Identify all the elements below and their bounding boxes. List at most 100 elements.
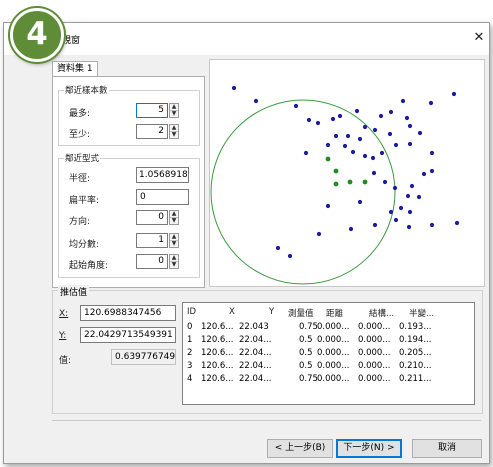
sectors-label: 均分數:	[69, 240, 100, 250]
direction-stepper[interactable]: ▲ ▼	[169, 210, 179, 225]
selected-neighbor-point	[325, 156, 331, 162]
row-y: 22.04...	[239, 374, 272, 384]
sample-point	[275, 245, 281, 251]
back-button[interactable]: < 上一步(B)	[267, 439, 333, 458]
min-neighbors-input[interactable]: 2	[136, 124, 168, 139]
x-value-input[interactable]: 120.6988347456	[80, 305, 176, 321]
table-row[interactable]: 3 120.6... 22.04... 0.5 0.000... 0.000... 0.21…	[183, 361, 472, 373]
row-x: 120.6...	[201, 374, 234, 384]
prediction-group-label: 推估值	[58, 285, 90, 298]
sample-point	[407, 209, 413, 215]
y-value-input[interactable]: 22.0429713549391	[80, 327, 176, 343]
row-y: 22.04...	[239, 361, 272, 371]
row-distance: 0.000...	[317, 374, 350, 384]
row-semivariance: 0.210...	[399, 361, 432, 371]
sample-point	[325, 203, 331, 209]
sample-point	[429, 222, 435, 228]
chevron-down-icon[interactable]: ▼	[170, 132, 178, 138]
row-structure: 0.000...	[358, 374, 391, 384]
row-x: 120.6...	[201, 361, 234, 371]
neighborhood-plot[interactable]	[209, 59, 485, 287]
table-row[interactable]: 2 120.6... 22.04... 0.5 0.000... 0.000... 0.20…	[183, 348, 472, 360]
max-neighbors-stepper[interactable]: ▲ ▼	[169, 103, 179, 118]
sample-point	[398, 205, 404, 211]
row-distance: 0.000...	[317, 335, 350, 345]
direction-label: 方向:	[69, 217, 91, 227]
title-bar: 視窗 ✕	[4, 23, 489, 55]
cancel-button[interactable]: 取消	[412, 439, 482, 458]
sample-point	[421, 171, 427, 177]
row-x: 120.6...	[201, 322, 234, 332]
tab-dataset-1[interactable]: 資料集 1	[52, 61, 98, 77]
row-structure: 0.000...	[358, 335, 391, 345]
sample-point	[345, 133, 351, 139]
sample-point	[315, 120, 321, 126]
sample-point	[454, 220, 460, 226]
sample-point	[337, 113, 343, 119]
chevron-down-icon[interactable]: ▼	[170, 111, 178, 117]
sample-point	[417, 130, 423, 136]
chevron-down-icon[interactable]: ▼	[170, 218, 178, 224]
sample-point	[393, 217, 399, 223]
table-row[interactable]: 4 120.6... 22.04... 0.75 0.000... 0.000... 0.2…	[183, 374, 472, 386]
selected-neighbor-point	[347, 179, 353, 185]
row-y: 22.04...	[239, 348, 272, 358]
table-header-structure[interactable]: 結構...	[369, 307, 394, 319]
radius-input[interactable]: 1.05689187	[136, 167, 189, 183]
row-distance: 0.000...	[317, 348, 350, 358]
row-x: 120.6...	[201, 348, 234, 358]
table-header-distance[interactable]: 距離	[326, 307, 343, 319]
flatten-input[interactable]: 0	[136, 189, 189, 205]
sample-point	[393, 142, 399, 148]
sectors-stepper[interactable]: ▲ ▼	[169, 233, 179, 248]
sample-point	[306, 117, 312, 123]
min-neighbors-stepper[interactable]: ▲ ▼	[169, 124, 179, 139]
row-id: 0	[187, 322, 193, 332]
sample-point	[388, 109, 394, 115]
row-structure: 0.000...	[358, 322, 391, 332]
sample-point	[372, 127, 378, 133]
sample-point	[362, 124, 368, 130]
row-semivariance: 0.211...	[399, 374, 432, 384]
sample-point	[378, 113, 384, 119]
sample-point	[316, 231, 322, 237]
table-header-semivariance[interactable]: 半變...	[409, 307, 434, 319]
y-label-text: Y:	[59, 331, 67, 341]
table-row[interactable]: 1 120.6... 22.04... 0.5 0.000... 0.000... 0.19…	[183, 335, 472, 347]
radius-label: 半徑:	[69, 174, 91, 184]
chevron-down-icon[interactable]: ▼	[170, 262, 178, 268]
max-neighbors-label: 最多:	[69, 109, 91, 119]
sample-point	[342, 143, 348, 149]
sample-point	[354, 108, 360, 114]
sample-point	[293, 103, 299, 109]
row-measured: 0.5	[299, 348, 313, 358]
sample-point	[382, 179, 388, 185]
neighbors-table[interactable]: ID X Y 測量值 距離 結構... 半變... 0 120.6... 22.04…	[182, 302, 475, 405]
sample-point	[400, 98, 406, 104]
sectors-input[interactable]: 1	[136, 233, 168, 248]
max-neighbors-input[interactable]: 5	[136, 103, 168, 118]
direction-input[interactable]: 0	[136, 210, 168, 225]
row-semivariance: 0.205...	[399, 348, 432, 358]
chevron-down-icon[interactable]: ▼	[170, 241, 178, 247]
selected-neighbor-point	[333, 168, 339, 174]
selected-neighbor-point	[362, 179, 368, 185]
sample-point	[333, 133, 339, 139]
table-header-y[interactable]: Y	[269, 307, 274, 317]
start-angle-stepper[interactable]: ▲ ▼	[169, 254, 179, 269]
table-row[interactable]: 0 120.6... 22.043 0.75 0.000... 0.000... 0.193…	[183, 322, 472, 334]
window-title: 視窗	[62, 36, 81, 46]
sample-point	[372, 222, 378, 228]
table-header-x[interactable]: X	[229, 307, 235, 317]
sample-point	[406, 224, 412, 230]
y-label: Y:	[59, 331, 66, 341]
sample-point	[253, 98, 259, 104]
start-angle-input[interactable]: 0	[136, 254, 168, 269]
start-angle-label: 起始角度:	[69, 261, 109, 271]
next-button[interactable]: 下一步(N) >	[336, 439, 402, 458]
table-header-id[interactable]: ID	[187, 307, 196, 317]
table-header-measured[interactable]: 測量值	[288, 307, 314, 319]
x-label-text: X:	[59, 309, 69, 319]
close-icon[interactable]: ✕	[470, 29, 488, 47]
sample-point	[429, 168, 435, 174]
